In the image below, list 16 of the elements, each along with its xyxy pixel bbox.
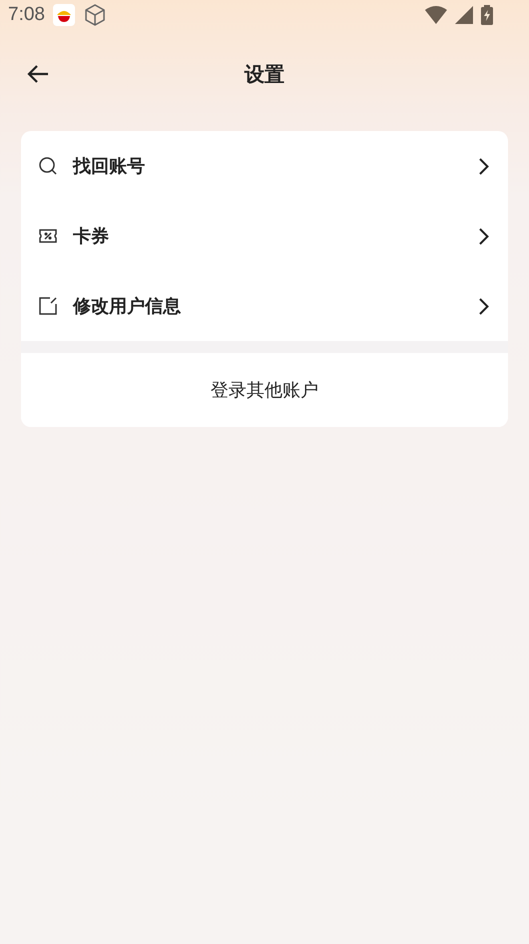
chevron-right-icon xyxy=(479,158,489,174)
chevron-right-icon xyxy=(479,298,489,314)
signal-icon xyxy=(455,6,473,24)
flower-logo-icon xyxy=(52,4,75,26)
wifi-icon xyxy=(425,6,447,24)
edit-icon xyxy=(38,296,58,316)
chevron-right-icon xyxy=(479,228,489,244)
page-title: 设置 xyxy=(244,60,284,88)
menu-item[interactable]: 找回账号 xyxy=(21,131,508,201)
cube-icon xyxy=(82,3,107,27)
status-time: 7:08 xyxy=(8,4,45,26)
search-icon xyxy=(38,156,58,176)
battery-icon xyxy=(481,5,493,25)
menu-item[interactable]: 修改用户信息 xyxy=(21,271,508,341)
back-button[interactable] xyxy=(27,64,49,84)
menu-item[interactable]: 卡券 xyxy=(21,201,508,271)
